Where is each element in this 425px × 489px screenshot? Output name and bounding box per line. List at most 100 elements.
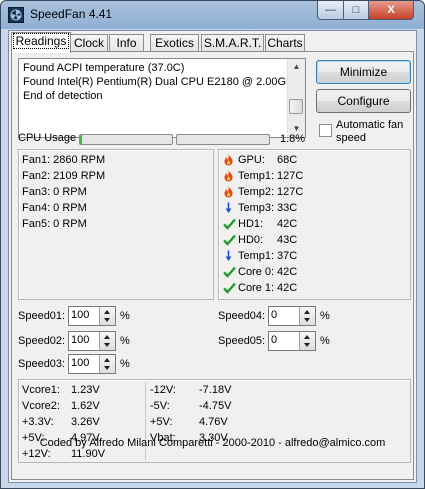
- voltages-group: Vcore1: 1.23V Vcore2: 1.62V +3.3V: 3.26V…: [18, 379, 411, 463]
- checkmark-icon: [223, 218, 236, 230]
- speed02-label: Speed02:: [18, 335, 66, 347]
- tab-exotics[interactable]: Exotics: [150, 34, 199, 52]
- tab-info[interactable]: Info: [109, 34, 144, 52]
- voltage-label: Vcore2:: [22, 400, 60, 412]
- cpu-usage-value: 1.8%: [280, 133, 306, 145]
- voltage-value: 1.23V: [71, 384, 100, 396]
- scrollbar-thumb[interactable]: [289, 99, 303, 114]
- voltage-label: Vcore1:: [22, 384, 60, 396]
- fan-reading: Fan2: 2109 RPM: [22, 170, 106, 182]
- scroll-up-arrow-icon[interactable]: ▲: [288, 59, 305, 75]
- minimize-button[interactable]: Minimize: [316, 60, 411, 84]
- voltage-label: -5V:: [150, 400, 170, 412]
- client-area: Readings Clock Info Exotics S.M.A.R.T. C…: [8, 30, 417, 483]
- speed03-label: Speed03:: [18, 358, 66, 370]
- temperature-label: HD0:: [238, 234, 264, 246]
- speed04-spinner[interactable]: 0: [268, 306, 316, 326]
- speed04-label: Speed04:: [218, 310, 266, 322]
- voltage-value: 1.62V: [71, 400, 100, 412]
- temperature-label: Temp1:: [238, 250, 275, 262]
- arrow-down-icon: [223, 250, 234, 262]
- tab-label: Clock: [73, 36, 104, 50]
- tab-label: Charts: [267, 36, 303, 50]
- temperature-label: Temp2:: [238, 186, 275, 198]
- speed01-unit: %: [120, 310, 130, 322]
- tab-readings[interactable]: Readings: [11, 32, 71, 53]
- voltage-label: -12V:: [150, 384, 176, 396]
- checkmark-icon: [223, 234, 236, 246]
- tab-label: Info: [116, 36, 137, 50]
- speed05-unit: %: [320, 335, 330, 347]
- log-scrollbar[interactable]: ▲ ▼: [287, 59, 305, 137]
- automatic-fan-speed-label-cont: speed: [336, 132, 366, 144]
- voltage-label: +5V:: [150, 416, 173, 428]
- temperature-label: Temp1:: [238, 170, 275, 182]
- voltage-value: 4.76V: [199, 416, 228, 428]
- window-title: SpeedFan 4.41: [30, 7, 113, 21]
- cpu-usage-bar-1-fill: [80, 135, 82, 144]
- speed02-unit: %: [120, 335, 130, 347]
- speed04-value: 0: [271, 309, 278, 321]
- voltage-label: +3.3V:: [22, 416, 54, 428]
- readings-panel: Found ACPI temperature (37.0C) Found Int…: [11, 51, 414, 480]
- tab-smart[interactable]: S.M.A.R.T.: [201, 34, 264, 52]
- voltage-value: -7.18V: [199, 384, 232, 396]
- temperature-label: GPU:: [238, 154, 265, 166]
- speed02-value: 100: [71, 334, 90, 346]
- log-line: Found ACPI temperature (37.0C): [23, 62, 185, 74]
- temperature-label: Core 1:: [238, 282, 275, 294]
- spinner-arrows-icon[interactable]: [299, 332, 315, 350]
- tab-label: Readings: [12, 33, 70, 49]
- speed05-spinner[interactable]: 0: [268, 331, 316, 351]
- window-maximize-button[interactable]: □: [343, 1, 369, 20]
- flame-icon: [223, 186, 234, 198]
- fan-reading: Fan4: 0 RPM: [22, 202, 87, 214]
- automatic-fan-speed-checkbox[interactable]: [319, 124, 332, 137]
- spinner-arrows-icon[interactable]: [99, 332, 115, 350]
- flame-icon: [223, 170, 234, 182]
- tab-label: Exotics: [155, 36, 194, 50]
- voltage-label: +12V:: [22, 448, 51, 460]
- spinner-arrows-icon[interactable]: [99, 355, 115, 373]
- spinner-arrows-icon[interactable]: [99, 307, 115, 325]
- temperature-value: 43C: [277, 234, 298, 246]
- automatic-fan-speed-label: Automatic fan: [336, 119, 404, 131]
- speed05-value: 0: [271, 334, 278, 346]
- temperature-value: 42C: [277, 218, 298, 230]
- speed01-spinner[interactable]: 100: [68, 306, 116, 326]
- speed01-label: Speed01:: [18, 310, 66, 322]
- cpu-usage-bar-1: [79, 134, 173, 145]
- temperatures-group: GPU: 68C Temp1: 127C Temp2: 127C Temp3: 33C HD1:…: [218, 149, 411, 300]
- speedfan-window: SpeedFan 4.41 — □ X Readings Clock Info …: [0, 0, 425, 489]
- temperature-label: HD1:: [238, 218, 264, 230]
- voltage-value: 3.26V: [71, 416, 100, 428]
- temperature-value: 42C: [277, 282, 298, 294]
- fan-reading: Fan5: 0 RPM: [22, 218, 87, 230]
- temperature-label: Core 0:: [238, 266, 275, 278]
- spinner-arrows-icon[interactable]: [299, 307, 315, 325]
- fan-reading: Fan3: 0 RPM: [22, 186, 87, 198]
- temperature-value: 33C: [277, 202, 298, 214]
- cpu-usage-bar-2: [176, 134, 270, 145]
- speed05-label: Speed05:: [218, 335, 266, 347]
- fan-app-icon: [8, 7, 24, 23]
- speed03-spinner[interactable]: 100: [68, 354, 116, 374]
- temperature-label: Temp3:: [238, 202, 275, 214]
- tab-label: S.M.A.R.T.: [203, 36, 262, 50]
- speed02-spinner[interactable]: 100: [68, 331, 116, 351]
- detection-log[interactable]: Found ACPI temperature (37.0C) Found Int…: [18, 58, 306, 138]
- configure-button[interactable]: Configure: [316, 89, 411, 113]
- flame-icon: [223, 154, 234, 166]
- speed03-unit: %: [120, 358, 130, 370]
- tab-clock[interactable]: Clock: [70, 34, 108, 52]
- window-close-button[interactable]: X: [368, 1, 414, 20]
- title-bar[interactable]: SpeedFan 4.41 — □ X: [1, 1, 424, 30]
- speed04-unit: %: [320, 310, 330, 322]
- temperature-value: 127C: [277, 170, 304, 182]
- tab-charts[interactable]: Charts: [265, 34, 305, 52]
- voltage-value: 11.90V: [71, 448, 106, 460]
- temperature-value: 42C: [277, 266, 298, 278]
- window-minimize-button[interactable]: —: [317, 1, 344, 20]
- cpu-usage-label: CPU Usage: [18, 132, 77, 144]
- log-line: End of detection: [23, 90, 103, 102]
